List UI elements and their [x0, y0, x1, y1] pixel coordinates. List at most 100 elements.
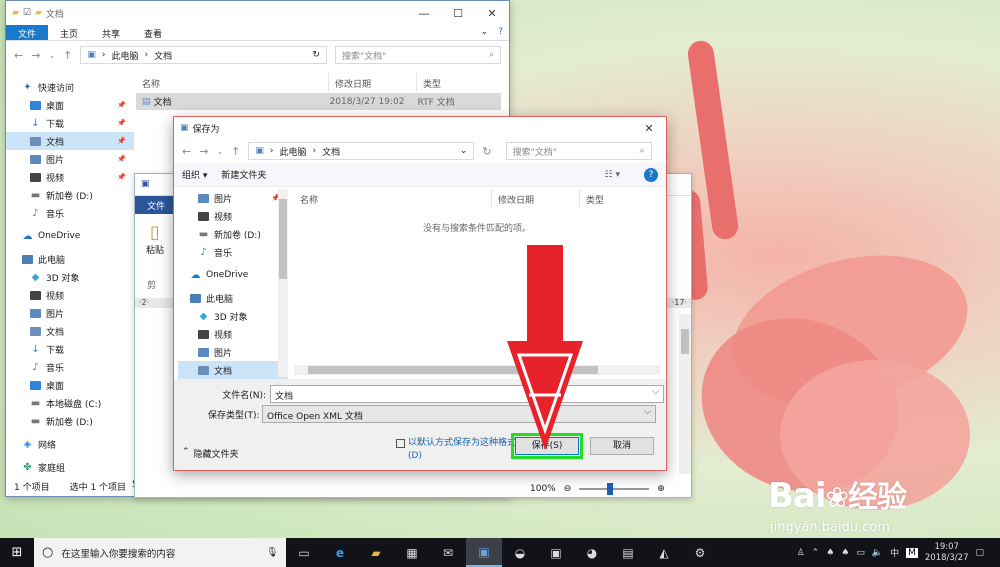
- minimize-button[interactable]: —: [407, 7, 441, 20]
- dialog-sidebar-item[interactable]: ▬ 新加卷 (D:): [178, 225, 288, 243]
- clock[interactable]: 19:07 2018/3/27: [925, 542, 969, 564]
- app-icon[interactable]: ◒: [502, 538, 538, 567]
- hide-folders-toggle[interactable]: ⌃ 隐藏文件夹: [182, 447, 239, 460]
- start-button[interactable]: ⊞: [0, 538, 34, 567]
- volume-icon[interactable]: 🔈: [872, 548, 883, 558]
- dialog-sidebar-item[interactable]: 图片: [178, 343, 288, 361]
- app-icon[interactable]: ◭: [646, 538, 682, 567]
- maximize-button[interactable]: ☐: [441, 7, 475, 20]
- dialog-sidebar-item[interactable]: 视频: [178, 207, 288, 225]
- cancel-button[interactable]: 取消: [590, 437, 654, 455]
- forward-icon[interactable]: →: [31, 49, 40, 62]
- tray-app-icon[interactable]: ♠: [841, 548, 849, 558]
- sidebar-item[interactable]: ↓ 下载 📌: [6, 114, 134, 132]
- sidebar-item[interactable]: ✦ 快速访问: [6, 78, 134, 96]
- search-input[interactable]: 搜索"文档" ⌕: [335, 46, 501, 64]
- sidebar-item[interactable]: ▬ 新加卷 (D:): [6, 186, 134, 204]
- sidebar-item[interactable]: 桌面: [6, 376, 134, 394]
- sidebar-item[interactable]: 图片: [6, 304, 134, 322]
- help-icon[interactable]: ?: [644, 167, 658, 182]
- sidebar-item[interactable]: 文档: [6, 322, 134, 340]
- column-type[interactable]: 类型: [580, 189, 610, 207]
- dialog-sidebar-item[interactable]: 视频: [178, 325, 288, 343]
- app-icon[interactable]: ▣: [538, 538, 574, 567]
- sidebar-item[interactable]: ▬ 本地磁盘 (C:): [6, 394, 134, 412]
- paint-icon[interactable]: ◕: [574, 538, 610, 567]
- organize-button[interactable]: 组织 ▾: [182, 168, 207, 181]
- zoom-in-icon[interactable]: ⊕: [657, 484, 665, 494]
- network-icon[interactable]: ▭: [856, 548, 865, 558]
- chevron-up-icon[interactable]: ⌃: [812, 548, 820, 558]
- close-button[interactable]: ✕: [475, 7, 509, 20]
- ime-indicator[interactable]: 中: [890, 546, 899, 559]
- sidebar-item[interactable]: 视频 📌: [6, 168, 134, 186]
- chevron-down-icon[interactable]: ⌄: [48, 51, 55, 60]
- file-row[interactable]: ▤ 文档 2018/3/27 19:02 RTF 文档: [136, 93, 501, 110]
- chevron-down-icon[interactable]: ⌄: [477, 25, 493, 40]
- word-vscroll[interactable]: [679, 314, 691, 474]
- sidebar-item[interactable]: 文档 📌: [6, 132, 134, 150]
- sidebar-item[interactable]: ▬ 新加卷 (D:): [6, 412, 134, 430]
- microphone-icon[interactable]: 🎙: [266, 547, 278, 558]
- ime-mode-indicator[interactable]: M: [906, 547, 918, 558]
- dialog-sidebar-item[interactable]: 图片 📌: [178, 189, 288, 207]
- sidebar-item[interactable]: ☁ OneDrive: [6, 227, 134, 245]
- taskbar-search[interactable]: ○ 在这里输入你要搜索的内容 🎙: [34, 538, 286, 567]
- back-icon[interactable]: ←: [14, 49, 23, 62]
- tab-view[interactable]: 查看: [132, 25, 174, 40]
- breadcrumb-this-pc[interactable]: 此电脑: [111, 49, 138, 62]
- dialog-address-bar[interactable]: ▣ › 此电脑 › 文档 ⌄: [248, 142, 475, 160]
- dialog-sidebar-item[interactable]: 此电脑: [178, 289, 288, 307]
- sidebar-item[interactable]: ♪ 音乐: [6, 358, 134, 376]
- up-icon[interactable]: ↑: [231, 145, 240, 158]
- sidebar-item[interactable]: ✤ 家庭组: [6, 458, 134, 476]
- zoom-level[interactable]: 100%: [530, 484, 556, 494]
- edge-icon[interactable]: e: [322, 538, 358, 567]
- people-icon[interactable]: ♙: [797, 548, 805, 558]
- sidebar-item[interactable]: ♪ 音乐: [6, 204, 134, 222]
- settings-icon[interactable]: ⚙: [682, 538, 718, 567]
- default-format-checkbox[interactable]: 以默认方式保存为这种格式(D): [396, 437, 516, 463]
- filename-input[interactable]: 文档: [270, 385, 664, 403]
- task-view-icon[interactable]: ▭: [286, 538, 322, 567]
- breadcrumb-this-pc[interactable]: 此电脑: [279, 145, 306, 158]
- breadcrumb-documents[interactable]: 文档: [322, 145, 340, 158]
- sidebar-item[interactable]: 此电脑: [6, 250, 134, 268]
- zoom-slider[interactable]: [579, 483, 650, 495]
- column-name[interactable]: 名称: [136, 73, 329, 91]
- notification-icon[interactable]: ▢: [975, 548, 984, 558]
- mail-icon[interactable]: ✉: [430, 538, 466, 567]
- app-icon[interactable]: ▤: [610, 538, 646, 567]
- back-icon[interactable]: ←: [182, 145, 191, 158]
- forward-icon[interactable]: →: [199, 145, 208, 158]
- chevron-down-icon[interactable]: ⌄: [460, 146, 468, 156]
- dialog-sidebar-item[interactable]: ♪ 音乐: [178, 243, 288, 261]
- word-tab-file[interactable]: 文件: [135, 196, 177, 214]
- breadcrumb-documents[interactable]: 文档: [154, 49, 172, 62]
- column-date[interactable]: 修改日期: [492, 189, 580, 207]
- tab-file[interactable]: 文件: [6, 25, 49, 40]
- zoom-out-icon[interactable]: ⊖: [564, 484, 572, 494]
- tray-app-icon[interactable]: ♠: [826, 548, 834, 558]
- view-options-icon[interactable]: ☷ ▾: [605, 170, 620, 180]
- store-icon[interactable]: ▦: [394, 538, 430, 567]
- dialog-sidebar-scrollbar[interactable]: [278, 189, 288, 377]
- dialog-hscroll[interactable]: [294, 365, 660, 375]
- dialog-close-button[interactable]: ✕: [632, 122, 666, 135]
- file-explorer-icon[interactable]: ▰: [358, 538, 394, 567]
- sidebar-item[interactable]: ◈ 网络: [6, 435, 134, 453]
- dialog-sidebar-item[interactable]: ☁ OneDrive: [178, 266, 288, 284]
- dialog-sidebar-item[interactable]: 文档: [178, 361, 288, 379]
- sidebar-item[interactable]: 桌面 📌: [6, 96, 134, 114]
- sidebar-item[interactable]: 视频: [6, 286, 134, 304]
- checkbox-icon[interactable]: [396, 439, 405, 448]
- column-date[interactable]: 修改日期: [329, 73, 417, 91]
- address-bar[interactable]: ▣ › 此电脑 › 文档 ↻: [80, 46, 327, 64]
- paste-button[interactable]: ▯ 粘贴: [141, 222, 169, 256]
- tab-home[interactable]: 主页: [48, 25, 90, 40]
- word-task-icon[interactable]: ▣: [466, 538, 502, 567]
- column-name[interactable]: 名称: [294, 189, 492, 207]
- sidebar-item[interactable]: ◆ 3D 对象: [6, 268, 134, 286]
- sidebar-item[interactable]: 图片 📌: [6, 150, 134, 168]
- sidebar-item[interactable]: ↓ 下载: [6, 340, 134, 358]
